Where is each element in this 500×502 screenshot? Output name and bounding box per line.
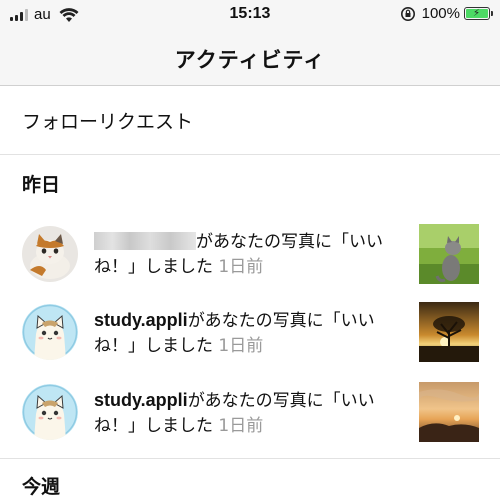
notification-message-line2: ね！」しました bbox=[94, 416, 213, 436]
cartoon-cat-avatar-icon[interactable] bbox=[22, 384, 78, 440]
notification-message-line2: ね！」しました bbox=[94, 336, 213, 356]
follow-requests-row[interactable]: フォローリクエスト bbox=[0, 87, 500, 155]
cartoon-cat-avatar-icon[interactable] bbox=[22, 304, 78, 360]
page-title: アクティビティ bbox=[174, 48, 326, 72]
notification-text: study.appliがあなたの写真に「いい ね！」しました 1日前 bbox=[94, 388, 404, 439]
sunset-sky-thumbnail-icon[interactable] bbox=[419, 382, 479, 442]
follow-requests-label: フォローリクエスト bbox=[22, 111, 194, 133]
activity-row[interactable]: があなたの写真に「いい ね！」しました 1日前 bbox=[0, 214, 500, 294]
notification-text: study.appliがあなたの写真に「いい ね！」しました 1日前 bbox=[94, 308, 404, 359]
notification-message-line2: ね！」しました bbox=[94, 257, 213, 277]
username-link[interactable]: study.appli bbox=[94, 390, 188, 410]
blurred-username[interactable] bbox=[94, 232, 196, 250]
rotation-lock-icon bbox=[400, 6, 415, 21]
sunset-tree-thumbnail-icon[interactable] bbox=[419, 302, 479, 362]
status-bar: au 15:13 100% ⚡ bbox=[0, 0, 500, 30]
notification-message-line1: があなたの写真に「いい bbox=[187, 311, 375, 331]
activity-row[interactable]: study.appliがあなたの写真に「いい ね！」しました 1日前 bbox=[0, 294, 500, 374]
notification-message-line1: があなたの写真に「いい bbox=[196, 232, 383, 252]
notification-text: があなたの写真に「いい ね！」しました 1日前 bbox=[94, 230, 404, 280]
username-link[interactable]: study.appli bbox=[94, 310, 188, 330]
kitten-photo-avatar-icon[interactable] bbox=[22, 226, 78, 282]
activity-row[interactable]: study.appliがあなたの写真に「いい ね！」しました 1日前 bbox=[0, 374, 500, 454]
battery-icon: ⚡ bbox=[464, 7, 493, 20]
notification-time: 1日前 bbox=[218, 416, 264, 436]
battery-percent: 100% bbox=[421, 5, 460, 22]
charging-bolt-icon: ⚡ bbox=[473, 8, 481, 19]
section-header-this-week: 今週 bbox=[22, 476, 61, 498]
battery-fill: ⚡ bbox=[466, 8, 488, 19]
cat-on-grass-thumbnail-icon[interactable] bbox=[419, 224, 479, 284]
navigation-bar: アクティビティ bbox=[0, 30, 500, 86]
notification-time: 1日前 bbox=[218, 336, 264, 356]
notification-message-line1: があなたの写真に「いい bbox=[187, 391, 375, 411]
section-header-yesterday: 昨日 bbox=[22, 174, 61, 196]
notification-time: 1日前 bbox=[218, 257, 264, 277]
status-right: 100% ⚡ bbox=[400, 5, 493, 22]
section-divider bbox=[0, 458, 500, 459]
